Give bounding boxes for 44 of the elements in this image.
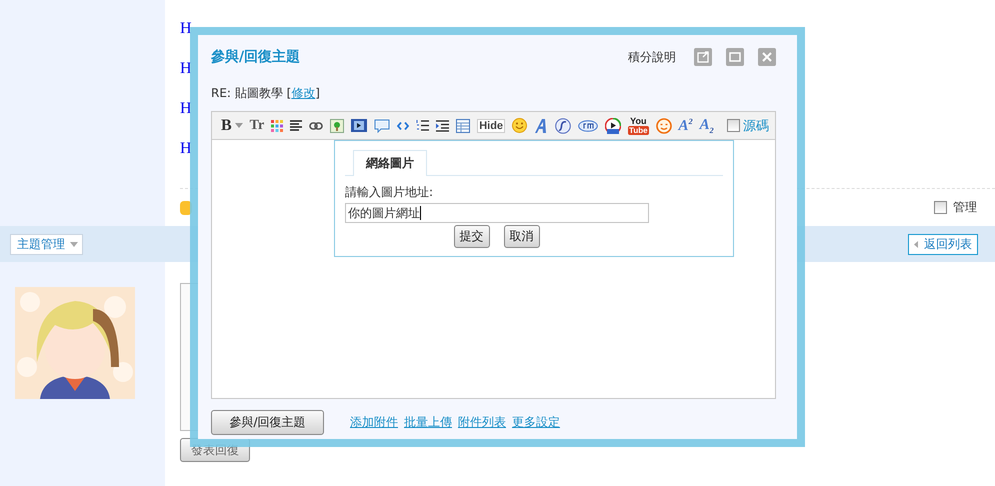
caret-icon [234, 123, 243, 128]
help-link[interactable]: 積分說明 [628, 48, 676, 66]
caret-icon [70, 242, 78, 246]
reply-button[interactable]: 參與/回復主題 [211, 410, 324, 435]
font-style-icon[interactable] [534, 118, 548, 132]
speech-bubble-icon[interactable] [374, 118, 390, 132]
tab[interactable]: 網絡圖片 [353, 150, 427, 176]
url-input-field[interactable]: 你的圖片網址 [345, 203, 649, 223]
audio-oval-icon[interactable] [578, 120, 598, 132]
film-icon[interactable] [351, 119, 368, 132]
cancel-button[interactable]: 取消 [504, 225, 540, 248]
checkbox-label: 源碼 [743, 118, 769, 134]
submit-button[interactable]: 提交 [454, 225, 490, 248]
code-icon[interactable] [397, 122, 410, 130]
image-icon[interactable] [330, 118, 344, 132]
youtube-button[interactable]: You Tube [628, 116, 649, 135]
topic-manage-dropdown[interactable]: 主題管理 [10, 234, 83, 254]
emoticon-face-icon[interactable] [656, 118, 672, 134]
checkbox[interactable] [727, 119, 740, 132]
dialog-title: 參與/回復主題 [211, 48, 300, 66]
link-icon[interactable] [309, 122, 324, 130]
color-grid-icon[interactable] [271, 120, 284, 132]
subscript-button[interactable]: A$_{2}$ [700, 116, 714, 134]
field-label: 請輸入圖片地址: [345, 184, 434, 201]
popout-icon[interactable] [694, 48, 712, 66]
subject-line: RE: 貼圖教學 [修改] [211, 85, 321, 102]
back-to-list-button[interactable]: 返回列表 [908, 234, 978, 254]
font-size-button[interactable]: Tr [250, 118, 264, 134]
checkbox-label: 管理 [953, 199, 977, 216]
numbered-list-icon[interactable] [416, 119, 430, 132]
media-player-icon[interactable] [605, 118, 622, 134]
caret-icon [914, 240, 918, 248]
hide-button[interactable]: Hide [477, 118, 506, 132]
table-icon[interactable] [456, 118, 470, 132]
smiley-icon[interactable] [512, 118, 528, 133]
close-icon[interactable] [758, 48, 776, 66]
bold-button[interactable]: B [221, 116, 243, 134]
checkbox[interactable] [934, 201, 947, 214]
indent-icon[interactable] [436, 120, 450, 132]
superscript-button[interactable]: A$^{2}$ [678, 116, 693, 134]
flash-icon[interactable] [555, 118, 572, 134]
editor-area[interactable]: 網絡圖片 請輸入圖片地址: 你的圖片網址 提交 取消 [212, 140, 775, 398]
align-left-icon[interactable] [290, 120, 302, 131]
maximize-icon[interactable] [726, 48, 744, 66]
